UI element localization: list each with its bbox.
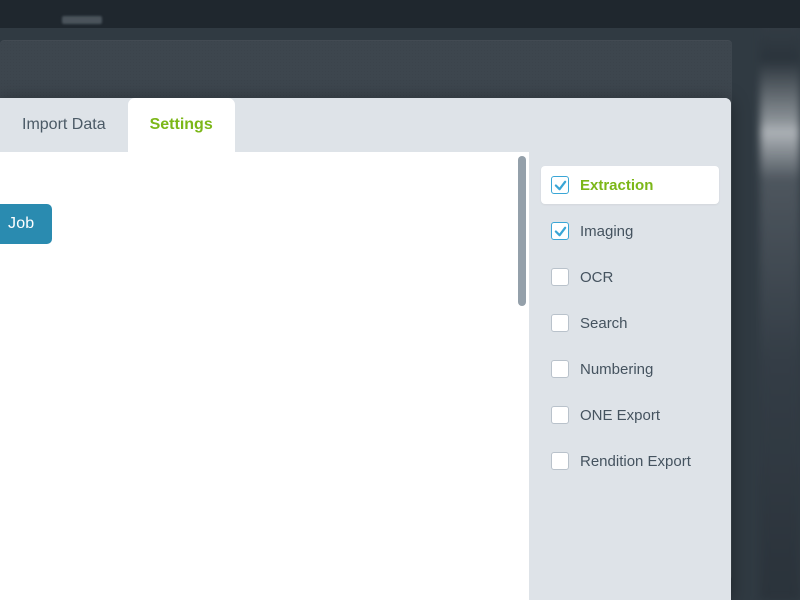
main-scrollbar[interactable] <box>518 156 526 596</box>
checkbox-icon[interactable] <box>551 268 569 286</box>
tabstrip: Import Data Settings <box>0 98 731 152</box>
settings-modal: Import Data Settings Job Extraction <box>0 98 731 600</box>
option-label: Imaging <box>580 223 633 240</box>
tab-settings[interactable]: Settings <box>128 98 235 152</box>
tab-import-data[interactable]: Import Data <box>0 98 128 152</box>
scrollbar-thumb[interactable] <box>518 156 526 306</box>
modal-body: Job Extraction Imaging <box>0 152 731 600</box>
option-label: OCR <box>580 269 613 286</box>
option-label: Numbering <box>580 361 653 378</box>
option-numbering[interactable]: Numbering <box>541 350 719 388</box>
option-one-export[interactable]: ONE Export <box>541 396 719 434</box>
processing-options-panel: Extraction Imaging OCR Search <box>529 152 731 600</box>
checkbox-icon[interactable] <box>551 314 569 332</box>
job-button[interactable]: Job <box>0 204 52 244</box>
job-button-label: Job <box>8 215 34 232</box>
backdrop-blur <box>760 0 800 600</box>
option-label: Extraction <box>580 177 653 194</box>
option-label: Rendition Export <box>580 453 691 470</box>
checkbox-icon[interactable] <box>551 360 569 378</box>
option-imaging[interactable]: Imaging <box>541 212 719 250</box>
option-ocr[interactable]: OCR <box>541 258 719 296</box>
option-extraction[interactable]: Extraction <box>541 166 719 204</box>
checkbox-icon[interactable] <box>551 406 569 424</box>
option-rendition-export[interactable]: Rendition Export <box>541 442 719 480</box>
settings-main-area: Job <box>0 152 518 600</box>
tab-label: Import Data <box>22 116 106 134</box>
app-top-bar <box>0 0 800 28</box>
checkbox-icon[interactable] <box>551 222 569 240</box>
checkbox-icon[interactable] <box>551 452 569 470</box>
option-search[interactable]: Search <box>541 304 719 342</box>
option-label: ONE Export <box>580 407 660 424</box>
checkbox-icon[interactable] <box>551 176 569 194</box>
option-label: Search <box>580 315 628 332</box>
tab-label: Settings <box>150 116 213 134</box>
